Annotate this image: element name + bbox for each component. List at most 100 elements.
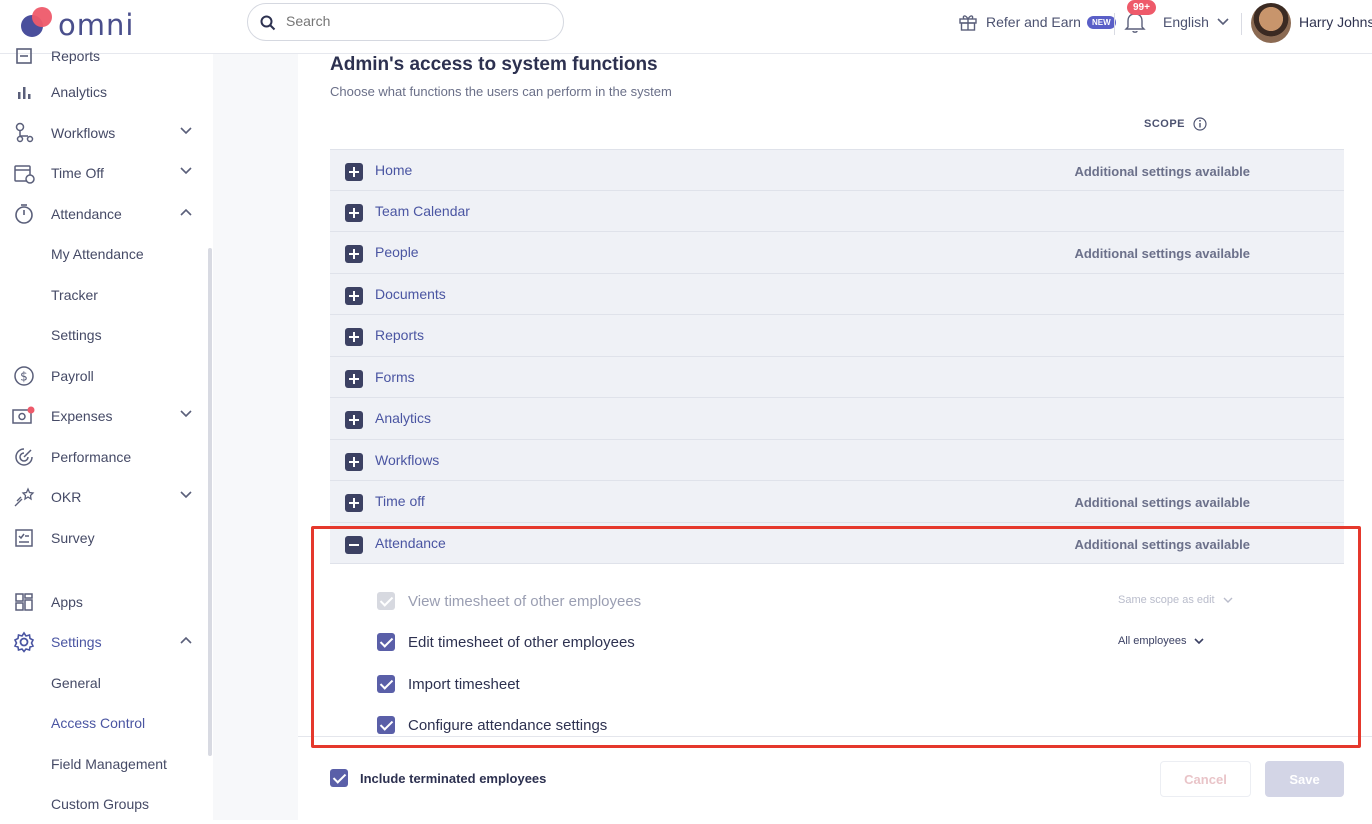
sidebar-scrollbar[interactable] (208, 248, 212, 756)
sidebar-item-expenses[interactable]: Expenses (0, 396, 205, 436)
function-list: Home Additional settings available Team … (330, 149, 1344, 564)
save-button[interactable]: Save (1265, 761, 1344, 797)
scope-value: All employees (1118, 635, 1187, 647)
sidebar-item-settings[interactable]: Settings (0, 622, 205, 662)
sidebar-item-label: Payroll (51, 368, 94, 384)
notification-count-badge: 99+ (1127, 0, 1156, 15)
sidebar-item-access-control[interactable]: Access Control (0, 703, 205, 743)
sidebar-item-workflows[interactable]: Workflows (0, 113, 205, 153)
user-name[interactable]: Harry Johns (1299, 14, 1372, 30)
chevron-down-icon (1194, 638, 1205, 644)
function-row-home[interactable]: Home Additional settings available (330, 149, 1344, 191)
expand-plus-icon[interactable] (345, 369, 363, 388)
expand-plus-icon[interactable] (345, 245, 363, 263)
sidebar-item-field-management[interactable]: Field Management (0, 744, 205, 784)
include-terminated-toggle[interactable]: Include terminated employees (330, 769, 546, 787)
permission-edit-timesheet[interactable]: Edit timesheet of other employees (377, 627, 635, 657)
sidebar-item-my-attendance[interactable]: My Attendance (0, 234, 205, 274)
chevron-down-icon[interactable] (180, 167, 192, 175)
sidebar-item-attendance[interactable]: Attendance (0, 194, 205, 234)
header-divider (1114, 13, 1115, 35)
sidebar-item-label: Custom Groups (51, 796, 150, 812)
chevron-down-icon (1223, 597, 1233, 603)
chevron-down-icon[interactable] (180, 127, 192, 135)
refer-and-earn-link[interactable]: Refer and Earn NEW (958, 12, 1116, 32)
expand-plus-icon[interactable] (345, 286, 363, 305)
permission-label: Edit timesheet of other employees (408, 633, 635, 651)
chevron-up-icon[interactable] (180, 208, 192, 216)
function-row-people[interactable]: People Additional settings available (330, 232, 1344, 274)
checkbox-configure-attendance[interactable] (377, 716, 395, 734)
sidebar-item-analytics[interactable]: Analytics (0, 72, 205, 112)
checkbox-edit-timesheet[interactable] (377, 633, 395, 651)
function-row-attendance[interactable]: Attendance Additional settings available (330, 522, 1344, 564)
sidebar-item-label: Reports (51, 48, 101, 64)
language-selector[interactable]: English (1163, 14, 1229, 30)
expand-plus-icon[interactable] (345, 494, 363, 512)
checkbox-include-terminated[interactable] (330, 769, 348, 787)
sidebar-item-label: Apps (51, 594, 83, 610)
svg-text:$: $ (20, 370, 28, 384)
function-row-time-off[interactable]: Time off Additional settings available (330, 481, 1344, 523)
gear-icon (12, 630, 36, 654)
expand-plus-icon[interactable] (345, 328, 363, 346)
permission-label: Import timesheet (408, 675, 520, 693)
expenses-icon (12, 404, 36, 428)
page-title: Admin's access to system functions (330, 54, 658, 75)
sidebar-item-apps[interactable]: Apps (0, 582, 205, 622)
sidebar-item-label: Tracker (51, 287, 98, 303)
sidebar-item-custom-groups[interactable]: Custom Groups (0, 784, 205, 824)
expand-plus-icon[interactable] (345, 203, 363, 222)
sidebar-item-time-off[interactable]: Time Off (0, 153, 205, 193)
chevron-down-icon[interactable] (180, 410, 192, 418)
info-icon[interactable] (1193, 117, 1207, 131)
sidebar-item-payroll[interactable]: $ Payroll (0, 356, 205, 396)
sidebar-item-label: Settings (51, 327, 102, 343)
sidebar-item-label: Workflows (51, 125, 116, 141)
chevron-down-icon[interactable] (180, 491, 192, 499)
language-label: English (1163, 14, 1209, 30)
gift-icon (959, 15, 977, 31)
sidebar-item-label: OKR (51, 489, 82, 505)
chevron-up-icon[interactable] (180, 636, 192, 644)
expand-plus-icon[interactable] (345, 163, 363, 181)
sidebar-item-label: General (51, 675, 101, 691)
function-row-reports[interactable]: Reports (330, 315, 1344, 357)
sidebar-item-label: Settings (51, 634, 102, 650)
additional-settings-note: Additional settings available (1074, 164, 1250, 179)
sidebar-item-label: Analytics (51, 84, 108, 100)
search-input[interactable] (286, 13, 546, 29)
sidebar-item-tracker[interactable]: Tracker (0, 275, 205, 315)
workflow-icon (12, 121, 36, 145)
function-label: Time off (375, 493, 425, 509)
function-row-analytics[interactable]: Analytics (330, 398, 1344, 440)
sidebar-item-attendance-settings[interactable]: Settings (0, 315, 205, 355)
expand-plus-icon[interactable] (345, 452, 363, 471)
sidebar-item-general[interactable]: General (0, 663, 205, 703)
function-label: Forms (375, 368, 415, 385)
search-box[interactable] (247, 3, 564, 41)
expand-plus-icon[interactable] (345, 411, 363, 429)
top-bar: omni Refer and Earn NEW 99+ English Harr… (0, 0, 1372, 54)
survey-icon (12, 526, 36, 550)
sidebar-item-okr[interactable]: OKR (0, 477, 205, 517)
user-avatar[interactable] (1251, 3, 1291, 43)
cancel-button[interactable]: Cancel (1160, 761, 1251, 797)
function-row-documents[interactable]: Documents (330, 273, 1344, 315)
function-row-forms[interactable]: Forms (330, 356, 1344, 398)
sidebar-item-survey[interactable]: Survey (0, 518, 205, 558)
function-row-workflows[interactable]: Workflows (330, 439, 1344, 481)
stopwatch-icon (12, 202, 36, 226)
sidebar-item-performance[interactable]: Performance (0, 437, 205, 477)
checkbox-import-timesheet[interactable] (377, 675, 395, 693)
sidebar-item-reports[interactable]: Reports (0, 36, 205, 76)
scope-dropdown-edit-timesheet[interactable]: All employees (1118, 635, 1205, 647)
additional-settings-note: Additional settings available (1074, 495, 1250, 510)
sidebar-item-label: Attendance (51, 206, 122, 222)
permission-import-timesheet[interactable]: Import timesheet (377, 669, 520, 699)
sidebar-item-label: My Attendance (51, 246, 144, 262)
collapse-minus-icon[interactable] (345, 535, 363, 554)
calendar-clock-icon (12, 161, 36, 185)
function-row-team-calendar[interactable]: Team Calendar (330, 190, 1344, 232)
sidebar-item-label: Expenses (51, 408, 113, 424)
